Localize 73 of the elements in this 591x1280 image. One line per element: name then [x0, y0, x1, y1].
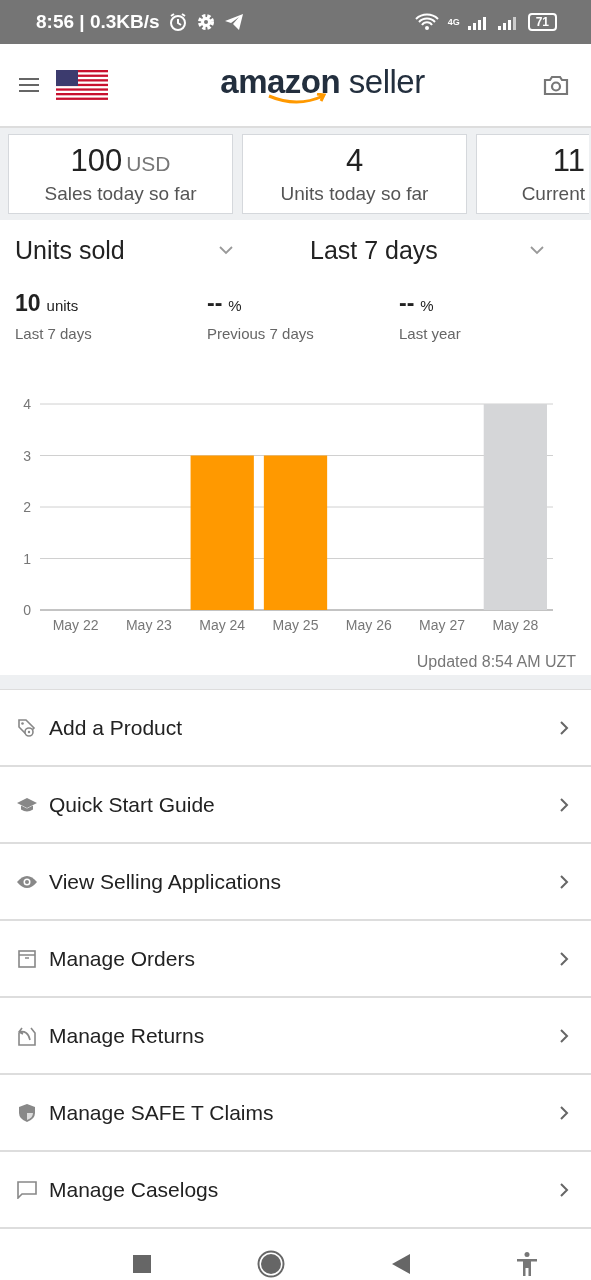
card-label: Sales today so far	[44, 183, 197, 205]
card-label: Units today so far	[280, 183, 429, 205]
card-unit: USD	[126, 152, 171, 176]
axis-category-label: May 27	[419, 617, 466, 633]
chevron-down-icon	[529, 245, 545, 255]
paper-plane-icon	[223, 12, 244, 32]
axis-category-label: May 22	[52, 617, 99, 633]
stat-unit: %	[420, 297, 434, 314]
chat-bubble-icon	[16, 1180, 38, 1199]
menu-item[interactable]: View Selling Applications	[0, 844, 591, 921]
box-icon	[16, 949, 38, 968]
stat-unit: %	[228, 297, 242, 314]
axis-category-label: May 26	[345, 617, 392, 633]
axis-category-label: May 28	[492, 617, 539, 633]
stat-value: --	[399, 290, 415, 317]
graduation-cap-icon	[16, 796, 38, 813]
menu-icon[interactable]	[18, 77, 40, 93]
stat-label: Last 7 days	[15, 325, 93, 342]
stat-label: Last year	[399, 325, 462, 342]
tag-icon	[16, 717, 38, 738]
axis-tick-label: 2	[23, 499, 31, 515]
axis-tick-label: 4	[23, 396, 31, 412]
back-button[interactable]	[391, 1254, 410, 1274]
gear-icon	[195, 12, 216, 32]
axis-tick-label: 3	[23, 447, 31, 464]
axis-category-label: May 23	[125, 617, 172, 633]
chevron-right-icon	[559, 950, 569, 967]
accessibility-icon[interactable]	[515, 1252, 538, 1276]
return-box-icon	[16, 1025, 38, 1046]
home-button[interactable]	[257, 1250, 286, 1278]
battery-indicator: 71	[527, 13, 557, 31]
chevron-down-icon	[218, 245, 234, 255]
stat-label: Previous 7 days	[207, 325, 315, 342]
period-dropdown[interactable]: Last 7 days	[310, 235, 545, 265]
summary-card[interactable]: 11 Current	[476, 134, 589, 214]
card-value: 4	[345, 143, 364, 179]
stat-unit: units	[46, 297, 79, 314]
axis-tick-label: 0	[23, 602, 31, 618]
app-logo: amazon seller	[220, 65, 425, 99]
axis-category-label: May 25	[272, 617, 319, 633]
eye-icon	[16, 874, 38, 889]
stat-value: 10	[15, 290, 41, 317]
flag-icon[interactable]	[56, 70, 108, 100]
menu-item[interactable]: Manage Orders	[0, 921, 591, 998]
card-label: Current	[521, 183, 585, 205]
chevron-right-icon	[559, 873, 569, 890]
chevron-right-icon	[559, 796, 569, 813]
axis-category-label: May 24	[199, 617, 246, 633]
status-time: 8:56 | 0.3KB/s	[36, 11, 160, 33]
axis-tick-label: 1	[23, 550, 31, 567]
menu-item[interactable]: Quick Start Guide	[0, 767, 591, 844]
menu-item[interactable]: Manage SAFE T Claims	[0, 1075, 591, 1152]
wifi-icon	[413, 12, 440, 32]
menu-item[interactable]: Manage Returns	[0, 998, 591, 1075]
network-type: 4G	[447, 17, 460, 27]
summary-card[interactable]: 4 Units today so far	[242, 134, 467, 214]
updated-time: Updated 8:54 AM UZT	[416, 653, 576, 670]
card-value: 11	[552, 143, 585, 179]
menu-item[interactable]: Manage Caselogs	[0, 1152, 591, 1229]
summary-card[interactable]: 100 USD Sales today so far	[8, 134, 233, 214]
recents-button[interactable]	[133, 1255, 152, 1273]
chevron-right-icon	[559, 1027, 569, 1044]
stat-value: --	[207, 290, 223, 317]
camera-icon[interactable]	[543, 74, 569, 96]
chevron-right-icon	[559, 719, 569, 736]
chevron-right-icon	[559, 1104, 569, 1121]
alarm-icon	[167, 12, 188, 32]
chevron-right-icon	[559, 1181, 569, 1198]
card-value: 100	[70, 143, 123, 179]
metric-dropdown[interactable]: Units sold	[15, 235, 234, 265]
shield-icon	[16, 1102, 38, 1123]
menu-item[interactable]: Add a Product	[0, 690, 591, 767]
smile-arrow-icon	[266, 93, 329, 105]
